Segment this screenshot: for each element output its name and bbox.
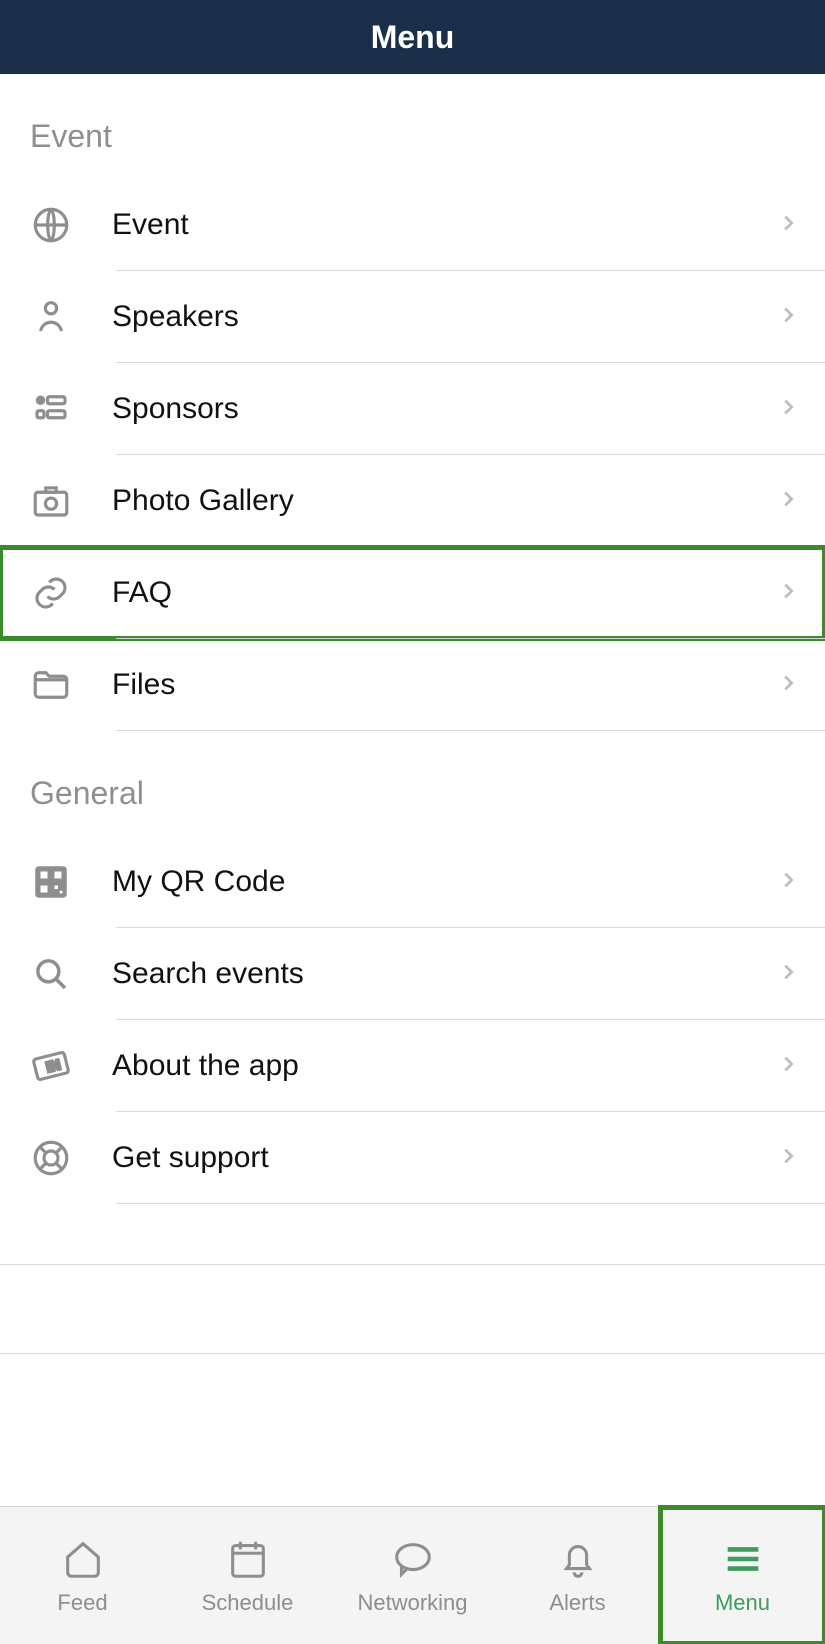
tab-alerts[interactable]: Alerts [495, 1507, 660, 1644]
chevron-right-icon [777, 1053, 799, 1080]
globe-icon [30, 204, 86, 246]
grid-icon [30, 388, 86, 430]
menu-item-get-support[interactable]: Get support [0, 1112, 825, 1204]
chevron-right-icon [777, 869, 799, 896]
tab-label: Networking [357, 1590, 467, 1616]
home-icon [60, 1536, 106, 1582]
tab-label: Feed [57, 1590, 107, 1616]
menu-item-speakers[interactable]: Speakers [0, 271, 825, 363]
qr-code-icon [30, 861, 86, 903]
menu-item-label: Search events [86, 957, 777, 991]
menu-item-label: Event [86, 208, 777, 242]
link-icon [30, 572, 86, 614]
tab-feed[interactable]: Feed [0, 1507, 165, 1644]
tab-menu[interactable]: Menu [660, 1507, 825, 1644]
menu-item-label: Get support [86, 1141, 777, 1175]
chevron-right-icon [777, 488, 799, 515]
menu-item-files[interactable]: Files [0, 639, 825, 731]
camera-icon [30, 480, 86, 522]
calendar-icon [225, 1536, 271, 1582]
menu-item-search-events[interactable]: Search events [0, 928, 825, 1020]
menu-item-label: Photo Gallery [86, 484, 777, 518]
folder-icon [30, 664, 86, 706]
menu-item-event[interactable]: Event [0, 179, 825, 271]
section-header-event: Event [0, 74, 825, 179]
separator [0, 1353, 825, 1354]
menu-item-photo-gallery[interactable]: Photo Gallery [0, 455, 825, 547]
header-title: Menu [371, 19, 455, 56]
chevron-right-icon [777, 672, 799, 699]
ticket-icon: IN [30, 1045, 86, 1087]
svg-text:IN: IN [45, 1056, 62, 1075]
bell-icon [555, 1536, 601, 1582]
tab-bar: Feed Schedule Networking Alerts Menu [0, 1506, 825, 1644]
menu-icon [720, 1536, 766, 1582]
menu-item-sponsors[interactable]: Sponsors [0, 363, 825, 455]
separator [0, 1264, 825, 1265]
menu-item-faq[interactable]: FAQ [0, 547, 825, 639]
menu-item-about-app[interactable]: IN About the app [0, 1020, 825, 1112]
menu-item-label: My QR Code [86, 865, 777, 899]
chevron-right-icon [777, 304, 799, 331]
menu-item-label: FAQ [86, 576, 777, 610]
menu-content: Event Event Speakers [0, 74, 825, 1506]
search-icon [30, 953, 86, 995]
chat-icon [390, 1536, 436, 1582]
menu-item-qr-code[interactable]: My QR Code [0, 836, 825, 928]
app-header: Menu [0, 0, 825, 74]
tab-schedule[interactable]: Schedule [165, 1507, 330, 1644]
chevron-right-icon [777, 212, 799, 239]
chevron-right-icon [777, 961, 799, 988]
tab-label: Alerts [549, 1590, 605, 1616]
chevron-right-icon [777, 580, 799, 607]
tab-networking[interactable]: Networking [330, 1507, 495, 1644]
menu-item-label: Speakers [86, 300, 777, 334]
menu-item-label: Sponsors [86, 392, 777, 426]
menu-item-label: About the app [86, 1049, 777, 1083]
lifering-icon [30, 1137, 86, 1179]
menu-item-label: Files [86, 668, 777, 702]
tab-label: Schedule [202, 1590, 294, 1616]
person-icon [30, 296, 86, 338]
chevron-right-icon [777, 1145, 799, 1172]
tab-label: Menu [715, 1590, 770, 1616]
chevron-right-icon [777, 396, 799, 423]
section-header-general: General [0, 731, 825, 836]
